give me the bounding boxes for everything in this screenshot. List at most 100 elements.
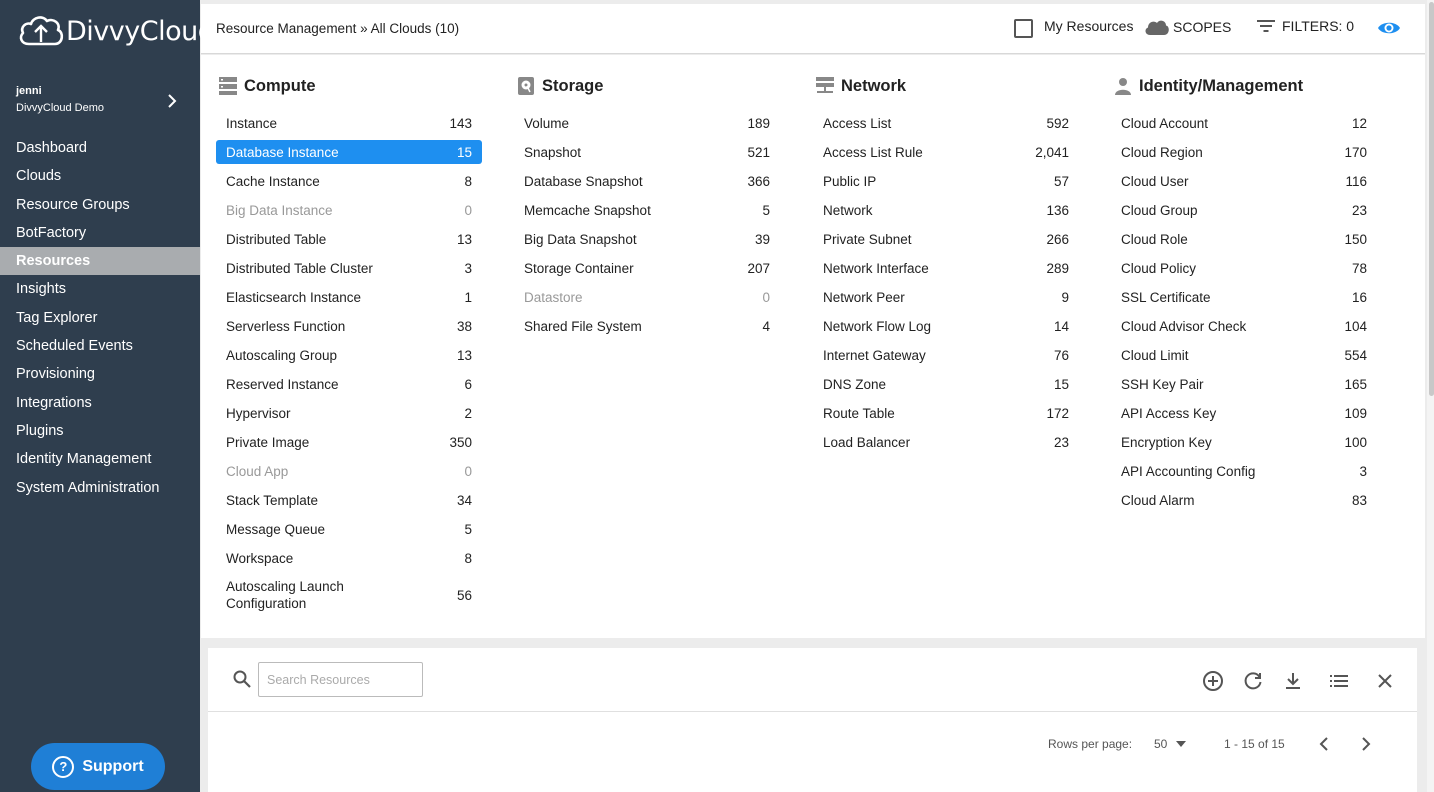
resource-type-label: Internet Gateway [823,347,926,363]
filter-icon [1257,20,1275,32]
resource-type-label: Datastore [524,289,583,305]
sidebar-item-integrations[interactable]: Integrations [0,389,200,417]
resource-type-item[interactable]: API Accounting Config 3 [1111,459,1377,483]
resource-type-item[interactable]: Big Data Instance 0 [216,198,482,222]
category-title: Compute [244,76,316,95]
person-icon [1115,78,1131,95]
resource-type-item[interactable]: Cache Instance 8 [216,169,482,193]
resource-type-item[interactable]: Internet Gateway 76 [813,343,1079,367]
chevron-right-icon[interactable] [1357,736,1373,752]
resource-type-item[interactable]: Network Flow Log 14 [813,314,1079,338]
resource-type-count: 100 [1344,434,1367,450]
resource-type-item[interactable]: Workspace 8 [216,546,482,570]
resource-type-label: Cloud Role [1121,231,1188,247]
resource-type-item[interactable]: Access List 592 [813,111,1079,135]
sidebar-item-system-administration[interactable]: System Administration [0,474,200,502]
resource-type-label: SSH Key Pair [1121,376,1204,392]
resource-type-item[interactable]: Private Subnet 266 [813,227,1079,251]
resource-type-item[interactable]: Network 136 [813,198,1079,222]
resource-type-item[interactable]: Elasticsearch Instance 1 [216,285,482,309]
support-button[interactable]: ? Support [31,743,165,790]
sidebar-item-botfactory[interactable]: BotFactory [0,219,200,247]
resource-type-item[interactable]: Network Peer 9 [813,285,1079,309]
resource-type-item[interactable]: Cloud App 0 [216,459,482,483]
sidebar-item-resource-groups[interactable]: Resource Groups [0,191,200,219]
resource-type-item[interactable]: Cloud Policy 78 [1111,256,1377,280]
resource-type-item[interactable]: Public IP 57 [813,169,1079,193]
eye-icon[interactable] [1377,19,1401,37]
category-heading: Identity/Management [1113,73,1303,99]
sidebar-item-identity-management[interactable]: Identity Management [0,445,200,473]
resource-type-item[interactable]: Big Data Snapshot 39 [514,227,780,251]
resource-type-item[interactable]: Instance 143 [216,111,482,135]
resource-type-item[interactable]: SSL Certificate 16 [1111,285,1377,309]
scopes-button[interactable]: SCOPES [1144,18,1231,36]
resource-type-item[interactable]: Serverless Function 38 [216,314,482,338]
resource-type-item[interactable]: SSH Key Pair 165 [1111,372,1377,396]
chevron-left-icon[interactable] [1317,736,1333,752]
resource-type-item[interactable]: Cloud User 116 [1111,169,1377,193]
resource-type-count: 13 [456,347,472,363]
sidebar-item-scheduled-events[interactable]: Scheduled Events [0,332,200,360]
resource-type-item[interactable]: Cloud Advisor Check 104 [1111,314,1377,338]
resource-type-item[interactable]: Cloud Group 23 [1111,198,1377,222]
resource-type-label: Network [823,202,873,218]
resource-type-item[interactable]: Distributed Table Cluster 3 [216,256,482,280]
sidebar-item-insights[interactable]: Insights [0,275,200,303]
resource-type-item[interactable]: Memcache Snapshot 5 [514,198,780,222]
resource-type-item[interactable]: Distributed Table 13 [216,227,482,251]
user-menu[interactable]: jenni DivvyCloud Demo [0,82,200,122]
resource-type-item[interactable]: Message Queue 5 [216,517,482,541]
close-icon[interactable] [1373,669,1397,693]
breadcrumb: Resource Management » All Clouds (10) [216,21,460,36]
resource-type-item[interactable]: Encryption Key 100 [1111,430,1377,454]
refresh-icon[interactable] [1241,669,1265,693]
resource-type-item[interactable]: Reserved Instance 6 [216,372,482,396]
sidebar-item-clouds[interactable]: Clouds [0,162,200,190]
resource-type-item[interactable]: API Access Key 109 [1111,401,1377,425]
my-resources-label[interactable]: My Resources [1044,18,1133,34]
resource-type-item[interactable]: Cloud Region 170 [1111,140,1377,164]
add-circle-icon[interactable] [1201,669,1225,693]
resource-type-item[interactable]: Autoscaling Launch Configuration 56 [216,575,482,615]
resource-type-item[interactable]: Cloud Account 12 [1111,111,1377,135]
my-resources-checkbox[interactable] [1014,19,1033,38]
resource-type-item[interactable]: Autoscaling Group 13 [216,343,482,367]
resource-type-item[interactable]: Network Interface 289 [813,256,1079,280]
resource-type-item[interactable]: Storage Container 207 [514,256,780,280]
sidebar-item-provisioning[interactable]: Provisioning [0,360,200,388]
sidebar-item-dashboard[interactable]: Dashboard [0,134,200,162]
list-icon[interactable] [1327,669,1351,693]
resource-type-item[interactable]: Shared File System 4 [514,314,780,338]
resource-type-item[interactable]: Snapshot 521 [514,140,780,164]
resource-type-item[interactable]: Cloud Limit 554 [1111,343,1377,367]
resource-type-item[interactable]: Datastore 0 [514,285,780,309]
resource-type-item[interactable]: Database Snapshot 366 [514,169,780,193]
logo[interactable]: DivvyCloud [17,12,215,50]
rows-per-page-select[interactable]: 50 [1154,737,1167,751]
resource-type-item[interactable]: Load Balancer 23 [813,430,1079,454]
resource-type-item[interactable]: Private Image 350 [216,430,482,454]
resource-type-item[interactable]: DNS Zone 15 [813,372,1079,396]
resource-type-item[interactable]: Cloud Alarm 83 [1111,488,1377,512]
resource-type-item[interactable]: Cloud Role 150 [1111,227,1377,251]
resource-type-item[interactable]: Database Instance 15 [216,140,482,164]
download-icon[interactable] [1281,669,1305,693]
resource-type-item[interactable]: Access List Rule 2,041 [813,140,1079,164]
resource-type-count: 8 [464,550,472,566]
sidebar-item-resources[interactable]: Resources [0,247,200,276]
scrollbar-thumb[interactable] [1429,2,1434,396]
resource-type-item[interactable]: Hypervisor 2 [216,401,482,425]
resource-type-count: 0 [762,289,770,305]
resource-type-item[interactable]: Route Table 172 [813,401,1079,425]
resource-type-item[interactable]: Stack Template 34 [216,488,482,512]
filters-button[interactable]: FILTERS: 0 [1256,18,1354,34]
search-input[interactable] [258,662,423,697]
resource-type-count: 57 [1053,173,1069,189]
sidebar-item-plugins[interactable]: Plugins [0,417,200,445]
sidebar-item-tag-explorer[interactable]: Tag Explorer [0,304,200,332]
caret-down-icon[interactable] [1176,740,1186,748]
resource-type-item[interactable]: Volume 189 [514,111,780,135]
resource-type-count: 2,041 [1035,144,1069,160]
resource-type-count: 350 [449,434,472,450]
